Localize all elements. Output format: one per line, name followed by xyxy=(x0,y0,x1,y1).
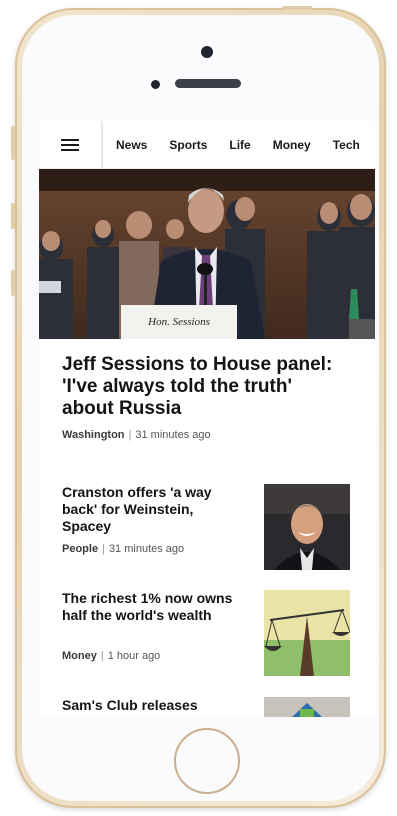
list-item[interactable]: Cranston offers 'a way back' for Weinste… xyxy=(62,484,375,574)
mute-switch xyxy=(11,126,15,160)
front-camera xyxy=(201,46,213,58)
earpiece-speaker xyxy=(175,79,241,88)
top-story-headline[interactable]: Jeff Sessions to House panel: 'I've alwa… xyxy=(62,354,337,420)
home-button[interactable] xyxy=(174,728,240,794)
tab-life[interactable]: Life xyxy=(229,138,250,152)
story-thumbnail[interactable] xyxy=(264,697,350,717)
story-headline[interactable]: The richest 1% now owns half the world's… xyxy=(62,590,242,624)
portrait-image xyxy=(264,484,350,570)
top-story-section[interactable]: Washington xyxy=(62,429,125,441)
scales-illustration xyxy=(264,590,350,676)
story-time: 31 minutes ago xyxy=(108,543,185,555)
hero-image: Hon. Sessions xyxy=(39,169,375,339)
menu-button[interactable] xyxy=(39,121,103,168)
story-meta: People | 31 minutes ago xyxy=(62,543,184,555)
story-headline[interactable]: Cranston offers 'a way back' for Weinste… xyxy=(62,484,242,535)
store-image xyxy=(264,697,350,717)
story-meta: Money | 1 hour ago xyxy=(62,650,160,662)
hamburger-icon xyxy=(61,136,79,154)
tab-news[interactable]: News xyxy=(116,138,147,152)
app-screen: News Sports Life Money Tech Hon. Session… xyxy=(39,121,375,717)
tab-tech[interactable]: Tech xyxy=(333,138,360,152)
hero-photo[interactable]: Hon. Sessions xyxy=(39,169,375,339)
tab-money[interactable]: Money xyxy=(273,138,311,152)
story-section[interactable]: People xyxy=(62,543,98,555)
top-story-time: 31 minutes ago xyxy=(135,429,211,441)
meta-separator: | xyxy=(128,429,132,441)
story-thumbnail[interactable] xyxy=(264,484,350,570)
list-item[interactable]: The richest 1% now owns half the world's… xyxy=(62,590,375,680)
list-item[interactable]: Sam's Club releases xyxy=(62,697,375,717)
story-section[interactable]: Money xyxy=(62,650,97,662)
volume-up-button xyxy=(11,203,15,229)
top-story-meta: Washington | 31 minutes ago xyxy=(62,429,211,441)
story-headline[interactable]: Sam's Club releases xyxy=(62,697,252,714)
power-button xyxy=(282,6,312,10)
meta-separator: | xyxy=(102,543,105,555)
proximity-sensor xyxy=(151,80,160,89)
story-thumbnail[interactable] xyxy=(264,590,350,676)
section-tabs: News Sports Life Money Tech xyxy=(103,138,369,152)
tab-sports[interactable]: Sports xyxy=(169,138,207,152)
story-time: 1 hour ago xyxy=(107,650,161,662)
section-navbar: News Sports Life Money Tech xyxy=(39,121,375,169)
meta-separator: | xyxy=(100,650,104,662)
volume-down-button xyxy=(11,270,15,296)
nameplate-text: Hon. Sessions xyxy=(147,316,210,328)
